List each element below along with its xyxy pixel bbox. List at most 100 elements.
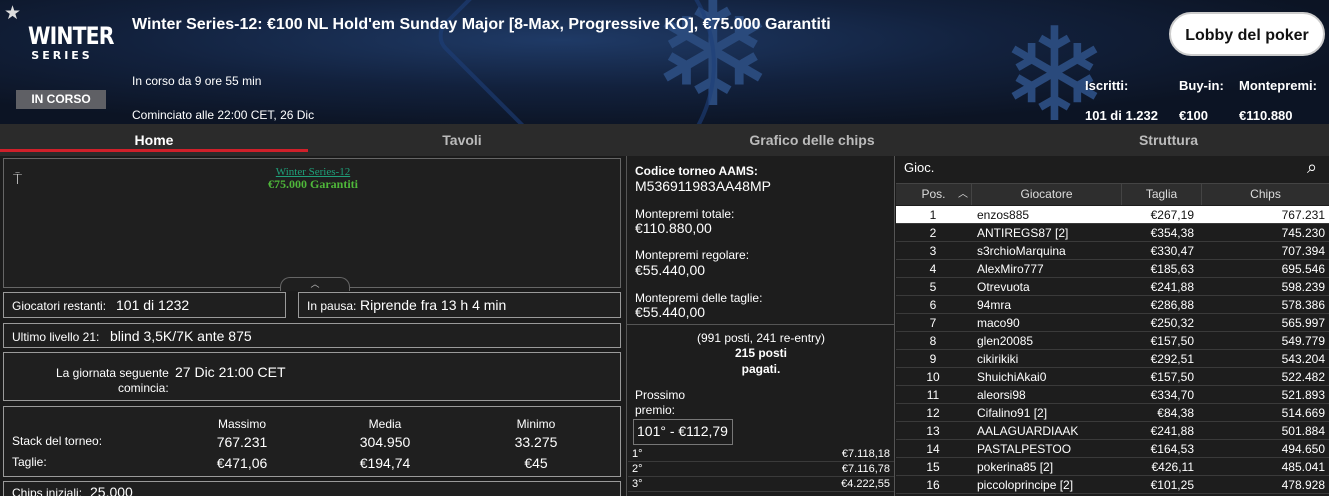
player-row[interactable]: 8 glen20085 €157,50 549.779: [896, 332, 1329, 350]
player-pos: 14: [926, 442, 940, 456]
player-row[interactable]: 3 s3rchioMarquina €330,47 707.394: [896, 242, 1329, 260]
player-name: Cifalino91 [2]: [977, 406, 1048, 420]
players-remaining-box: Giocatori restanti: 101 di 1232: [3, 292, 286, 318]
winter-series-logo: WINTER SERIES: [28, 22, 114, 62]
tournament-title: Winter Series-12: €100 NL Hold'em Sunday…: [132, 16, 831, 33]
player-row[interactable]: 10 ShuichiAkai0 €157,50 522.482: [896, 368, 1329, 386]
prize-row: 2° €7.116,78: [628, 462, 894, 477]
tournament-banner: ⍑ Winter Series-12 €75.000 Garantiti ︿: [3, 158, 621, 291]
player-chips: 695.546: [1281, 262, 1325, 276]
divider: [627, 324, 895, 325]
player-chips: 707.394: [1281, 244, 1325, 258]
banner-guarantee: €75.000 Garantiti: [268, 177, 358, 191]
player-pos: 5: [929, 280, 937, 294]
player-pos: 7: [929, 316, 937, 330]
player-search-label: Gioc.: [904, 160, 935, 175]
player-chips: 494.650: [1281, 442, 1325, 456]
tab-chip-graph[interactable]: Grafico delle chips: [616, 132, 1008, 148]
player-row[interactable]: 13 AALAGUARDIAAK €241,88 501.884: [896, 422, 1329, 440]
column-header-bounty[interactable]: Taglia: [1122, 184, 1202, 205]
player-name: cikirikiki: [977, 352, 1019, 366]
prizepool-label: Montepremi:: [1239, 78, 1317, 93]
player-row[interactable]: 1 enzos885 €267,19 767.231: [896, 206, 1329, 224]
player-row[interactable]: 2 ANTIREGS87 [2] €354,38 745.230: [896, 224, 1329, 242]
player-row[interactable]: 14 PASTALPESTOO €164,53 494.650: [896, 440, 1329, 458]
next-prize-box: 101° - €112,79: [633, 419, 733, 445]
player-bounty: €286,88: [1150, 298, 1194, 312]
player-chips: 549.779: [1281, 334, 1325, 348]
player-row[interactable]: 6 94mra €286,88 578.386: [896, 296, 1329, 314]
player-bounty: €84,38: [1157, 406, 1194, 420]
player-pos: 13: [926, 424, 940, 438]
search-icon[interactable]: ⌕: [1307, 157, 1317, 178]
tab-home[interactable]: Home: [0, 132, 308, 148]
player-name: glen20085: [977, 334, 1034, 348]
player-chips: 478.928: [1281, 478, 1325, 492]
start-time: Cominciato alle 22:00 CET, 26 Dic: [132, 108, 315, 122]
player-pos: 1: [929, 208, 937, 222]
player-pos: 16: [926, 478, 940, 492]
player-bounty: €292,51: [1150, 352, 1194, 366]
player-search-bar[interactable]: Gioc. ⌕: [896, 156, 1329, 184]
player-bounty: €250,32: [1150, 316, 1194, 330]
column-header-chips[interactable]: Chips: [1202, 184, 1329, 205]
player-name: Otrevuota: [977, 280, 1030, 294]
pause-box: In pausa: Riprende fra 13 h 4 min: [298, 292, 621, 318]
player-name: PASTALPESTOO: [977, 442, 1072, 456]
player-bounty: €330,47: [1150, 244, 1194, 258]
player-bounty: €164,53: [1150, 442, 1194, 456]
player-pos: 2: [929, 226, 937, 240]
player-row[interactable]: 16 piccoloprincipe [2] €101,25 478.928: [896, 476, 1329, 494]
sort-ascending-icon[interactable]: ︿: [958, 184, 968, 205]
player-chips: 565.997: [1281, 316, 1325, 330]
prize-info-panel: Codice torneo AAMS: M536911983AA48MP Mon…: [626, 156, 895, 496]
player-chips: 514.669: [1281, 406, 1325, 420]
blind-level-box: Ultimo livello 21: blind 3,5K/7K ante 87…: [3, 323, 621, 348]
player-chips: 521.893: [1281, 388, 1325, 402]
prizepool-value: €110.880: [1239, 108, 1293, 123]
tab-structure[interactable]: Struttura: [1008, 132, 1329, 148]
player-row[interactable]: 9 cikirikiki €292,51 543.204: [896, 350, 1329, 368]
player-name: pokerina85 [2]: [977, 460, 1054, 474]
stack-stats-box: Massimo Media Minimo Stack del torneo: 7…: [3, 406, 621, 477]
player-row[interactable]: 4 AlexMiro777 €185,63 695.546: [896, 260, 1329, 278]
player-pos: 15: [926, 460, 940, 474]
player-chips: 598.239: [1281, 280, 1325, 294]
player-bounty: €185,63: [1150, 262, 1194, 276]
player-name: maco90: [977, 316, 1020, 330]
player-chips: 578.386: [1281, 298, 1325, 312]
player-bounty: €267,19: [1150, 208, 1194, 222]
entrants-value: 101 di 1.232: [1085, 108, 1158, 123]
tab-tables[interactable]: Tavoli: [308, 132, 616, 148]
player-chips: 543.204: [1281, 352, 1325, 366]
player-name: aleorsi98: [977, 388, 1026, 402]
player-row[interactable]: 11 aleorsi98 €334,70 521.893: [896, 386, 1329, 404]
player-bounty: €157,50: [1150, 370, 1194, 384]
player-row[interactable]: 12 Cifalino91 [2] €84,38 514.669: [896, 404, 1329, 422]
player-pos: 9: [929, 352, 937, 366]
initial-chips-box: Chips iniziali: 25.000: [3, 481, 621, 496]
column-header-player[interactable]: Giocatore: [972, 184, 1122, 205]
player-pos: 10: [926, 370, 940, 384]
player-name: ANTIREGS87 [2]: [977, 226, 1069, 240]
player-name: s3rchioMarquina: [977, 244, 1066, 258]
poker-lobby-button[interactable]: Lobby del poker: [1169, 12, 1325, 56]
player-row[interactable]: 15 pokerina85 [2] €426,11 485.041: [896, 458, 1329, 476]
player-chips: 485.041: [1281, 460, 1325, 474]
player-name: ShuichiAkai0: [977, 370, 1047, 384]
snowflake-decoration: ❄: [1000, 2, 1109, 124]
status-badge: IN CORSO: [16, 90, 106, 109]
player-pos: 11: [926, 388, 940, 402]
collapse-chevron-icon[interactable]: ︿: [280, 277, 350, 291]
player-row[interactable]: 5 Otrevuota €241,88 598.239: [896, 278, 1329, 296]
player-name: piccoloprincipe [2]: [977, 478, 1074, 492]
prize-row: 3° €4.222,55: [628, 477, 894, 492]
favorite-star-icon[interactable]: ★: [4, 2, 21, 25]
player-pos: 12: [926, 406, 940, 420]
player-chips: 767.231: [1281, 208, 1325, 222]
player-row[interactable]: 7 maco90 €250,32 565.997: [896, 314, 1329, 332]
player-name: AlexMiro777: [977, 262, 1044, 276]
column-header-position[interactable]: Pos. ︿: [896, 184, 972, 205]
player-bounty: €334,70: [1150, 388, 1194, 402]
player-bounty: €101,25: [1150, 478, 1194, 492]
